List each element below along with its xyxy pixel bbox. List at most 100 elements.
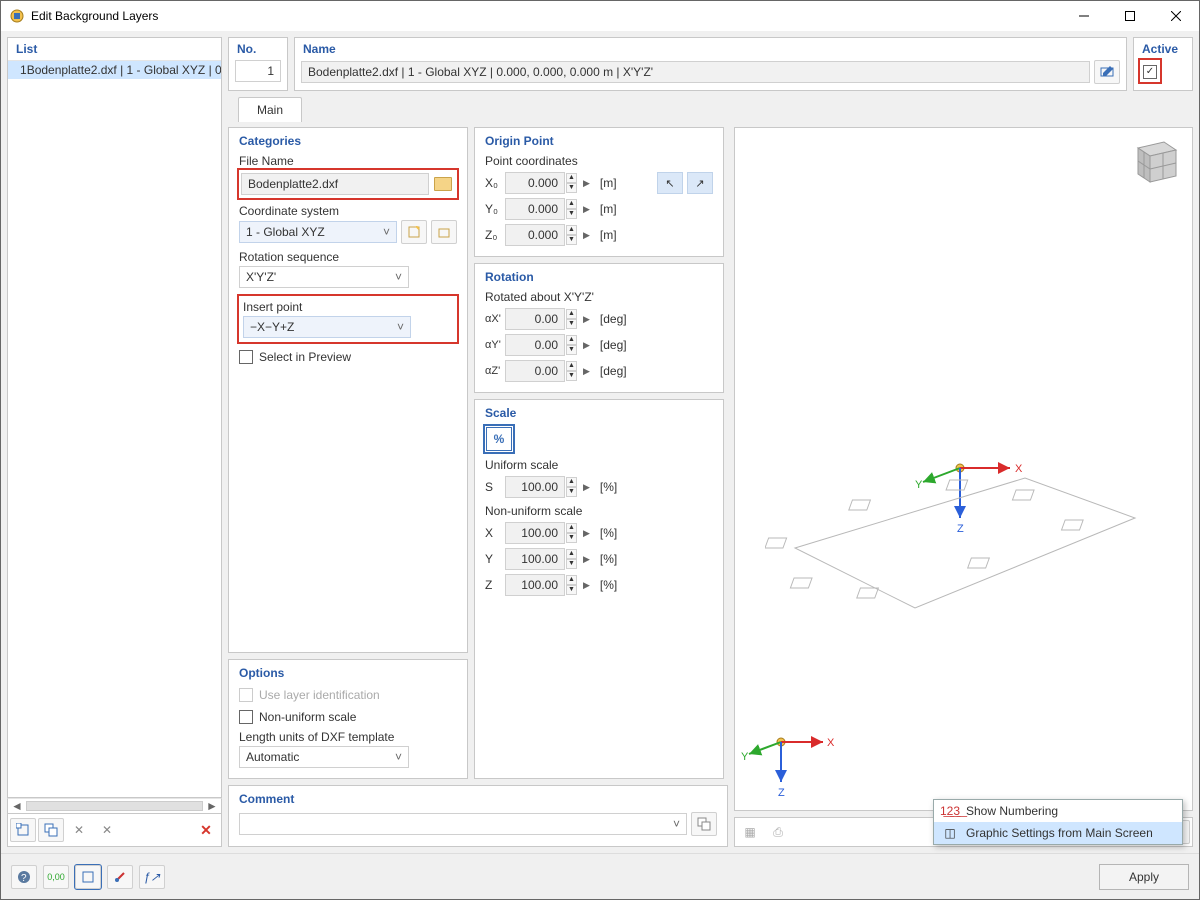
svg-text:Y: Y <box>741 751 749 763</box>
dxf-preview-drawing <box>765 438 1145 638</box>
z0-label: Z₀ <box>485 228 501 242</box>
close-button[interactable] <box>1153 1 1199 31</box>
folder-icon <box>434 177 450 191</box>
rename-button[interactable] <box>1094 60 1120 84</box>
sy-label: Y <box>485 552 501 566</box>
duplicate-item-button[interactable] <box>38 818 64 842</box>
sz-label: Z <box>485 578 501 592</box>
pick-point-alt-button[interactable]: ↗ <box>687 172 713 194</box>
browse-file-button[interactable] <box>429 172 455 196</box>
percent-toggle[interactable]: % <box>486 427 512 451</box>
y0-step-button[interactable]: ▶ <box>583 204 590 215</box>
non-uniform-scale-checkbox[interactable] <box>239 710 253 724</box>
list-h-scroll[interactable]: ◄► <box>7 798 222 814</box>
maximize-button[interactable] <box>1107 1 1153 31</box>
comment-library-button[interactable] <box>691 812 717 836</box>
nav-cube[interactable] <box>1126 134 1186 190</box>
categories-header: Categories <box>239 134 457 148</box>
delete-item-button[interactable]: ✕ <box>193 818 219 842</box>
az-field[interactable]: 0.00 <box>505 360 565 382</box>
sy-field[interactable]: 100.00 <box>505 548 565 570</box>
sz-field[interactable]: 100.00 <box>505 574 565 596</box>
select-in-preview-label: Select in Preview <box>259 350 351 364</box>
az-label: αZ' <box>485 365 501 377</box>
move-up-button: ✕ <box>66 818 92 842</box>
no-field[interactable]: 1 <box>235 60 281 82</box>
help-button[interactable]: ? <box>11 865 37 889</box>
x0-field[interactable]: 0.000 <box>505 172 565 194</box>
select-in-preview-checkbox[interactable] <box>239 350 253 364</box>
context-menu: 1͟2͟3͟ Show Numbering ◫ Graphic Settings… <box>933 799 1183 845</box>
window-title: Edit Background Layers <box>31 9 1061 23</box>
menu-graphic-settings[interactable]: ◫ Graphic Settings from Main Screen <box>934 822 1182 844</box>
svg-text:Z: Z <box>778 787 785 799</box>
y0-label: Y₀ <box>485 202 501 216</box>
active-checkbox[interactable] <box>1143 65 1157 79</box>
settings-icon: ◫ <box>942 826 958 840</box>
menu-show-numbering[interactable]: 1͟2͟3͟ Show Numbering <box>934 800 1182 822</box>
snap-button[interactable] <box>107 865 133 889</box>
list-item-no: 1 <box>20 63 27 77</box>
list-item[interactable]: 1 Bodenplatte2.dxf | 1 - Global XYZ | 0… <box>8 61 221 79</box>
sx-field[interactable]: 100.00 <box>505 522 565 544</box>
scale-header: Scale <box>485 406 713 420</box>
minimize-button[interactable] <box>1061 1 1107 31</box>
rot-seq-combo[interactable]: X'Y'Z'˅ <box>239 266 409 288</box>
z0-field[interactable]: 0.000 <box>505 224 565 246</box>
svg-text:X: X <box>827 737 835 749</box>
file-name-label: File Name <box>239 154 457 168</box>
preview-tool-1: ▦ <box>737 820 763 844</box>
z0-step-button[interactable]: ▶ <box>583 230 590 241</box>
tab-main[interactable]: Main <box>238 97 302 122</box>
units-combo[interactable]: Automatic˅ <box>239 746 409 768</box>
y0-field[interactable]: 0.000 <box>505 198 565 220</box>
preview-tool-2: ⎙ <box>765 820 791 844</box>
x0-spinner[interactable]: ▲▼ <box>566 173 577 193</box>
rot-about-label: Rotated about X'Y'Z' <box>485 290 713 304</box>
insert-point-label: Insert point <box>243 300 453 314</box>
ax-label: αX' <box>485 313 501 325</box>
y0-unit: [m] <box>600 202 617 216</box>
list-item-text: Bodenplatte2.dxf | 1 - Global XYZ | 0… <box>27 63 222 77</box>
apply-button[interactable]: Apply <box>1099 864 1189 890</box>
list-header: List <box>8 38 221 61</box>
units-label: Length units of DXF template <box>239 730 457 744</box>
svg-text:?: ? <box>21 873 27 884</box>
comment-combo[interactable]: ˅ <box>239 813 687 835</box>
edit-coord-sys-button[interactable] <box>431 220 457 244</box>
ax-field[interactable]: 0.00 <box>505 308 565 330</box>
no-label: No. <box>229 38 287 58</box>
nonuniform-scale-label: Non-uniform scale <box>485 504 713 518</box>
y0-spinner[interactable]: ▲▼ <box>566 199 577 219</box>
ay-unit: [deg] <box>600 338 627 352</box>
non-uniform-scale-label: Non-uniform scale <box>259 710 356 724</box>
x0-step-button[interactable]: ▶ <box>583 178 590 189</box>
rot-seq-label: Rotation sequence <box>239 250 457 264</box>
az-unit: [deg] <box>600 364 627 378</box>
comment-header: Comment <box>239 792 717 806</box>
ay-field[interactable]: 0.00 <box>505 334 565 356</box>
ay-label: αY' <box>485 339 501 351</box>
rotation-header: Rotation <box>485 270 713 284</box>
pick-point-button[interactable]: ↖ <box>657 172 683 194</box>
units-button[interactable]: 0,00 <box>43 865 69 889</box>
file-name-field[interactable]: Bodenplatte2.dxf <box>241 173 429 195</box>
insert-point-combo[interactable]: −X−Y+Z˅ <box>243 316 411 338</box>
point-coords-label: Point coordinates <box>485 154 713 168</box>
script-button[interactable]: ƒ↗ <box>139 865 165 889</box>
preview-viewport[interactable]: X Y Z <box>734 127 1193 811</box>
z0-spinner[interactable]: ▲▼ <box>566 225 577 245</box>
sx-label: X <box>485 526 501 540</box>
s-field[interactable]: 100.00 <box>505 476 565 498</box>
grid-button[interactable] <box>75 865 101 889</box>
numbering-icon: 1͟2͟3͟ <box>942 804 958 818</box>
coord-sys-combo[interactable]: 1 - Global XYZ˅ <box>239 221 397 243</box>
coord-sys-label: Coordinate system <box>239 204 457 218</box>
new-item-button[interactable] <box>10 818 36 842</box>
use-layer-id-checkbox <box>239 688 253 702</box>
corner-axes-gizmo: X Y Z <box>741 724 841 804</box>
x0-unit: [m] <box>600 176 617 190</box>
name-field[interactable]: Bodenplatte2.dxf | 1 - Global XYZ | 0.00… <box>301 61 1090 83</box>
use-layer-id-label: Use layer identification <box>259 688 380 702</box>
new-coord-sys-button[interactable] <box>401 220 427 244</box>
